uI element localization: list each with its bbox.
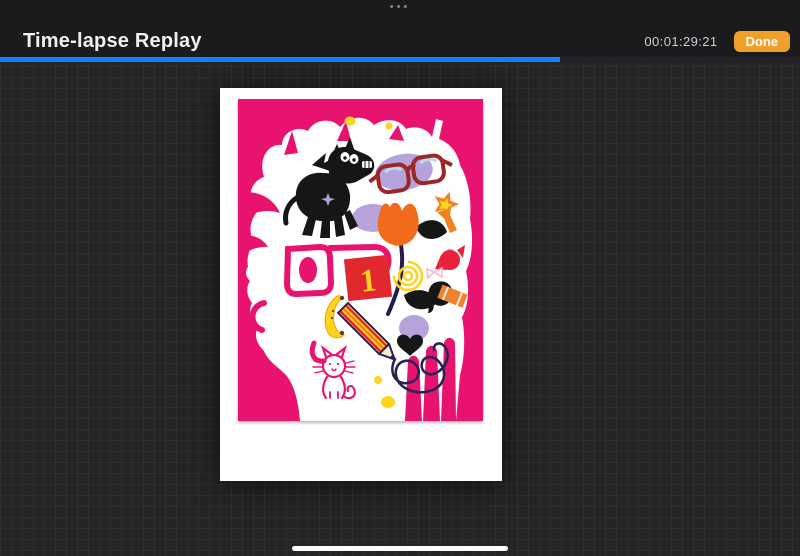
replay-timecode: 00:01:29:21 (644, 34, 717, 49)
done-button[interactable]: Done (734, 31, 791, 52)
timelapse-replay-screen: ••• Time-lapse Replay 00:01:29:21 Done (0, 0, 800, 556)
replay-progress-fill (0, 57, 560, 62)
yellow-dot (374, 376, 382, 384)
home-indicator[interactable] (292, 546, 508, 551)
yellow-dot (386, 123, 393, 130)
replay-progress-track[interactable] (0, 57, 800, 62)
header-bar: ••• Time-lapse Replay 00:01:29:21 Done (0, 0, 800, 62)
replay-canvas[interactable]: 1 (220, 88, 502, 481)
multitask-dots-icon: ••• (390, 1, 411, 13)
timelapse-artwork: 1 (238, 99, 483, 421)
page-title: Time-lapse Replay (23, 30, 202, 53)
artwork-print: 1 (238, 99, 483, 421)
horse-teeth (362, 161, 372, 168)
number-one-card: 1 (344, 255, 392, 301)
header-row: Time-lapse Replay 00:01:29:21 Done (0, 26, 800, 56)
yellow-dot (381, 396, 395, 408)
yellow-dot (345, 117, 356, 126)
